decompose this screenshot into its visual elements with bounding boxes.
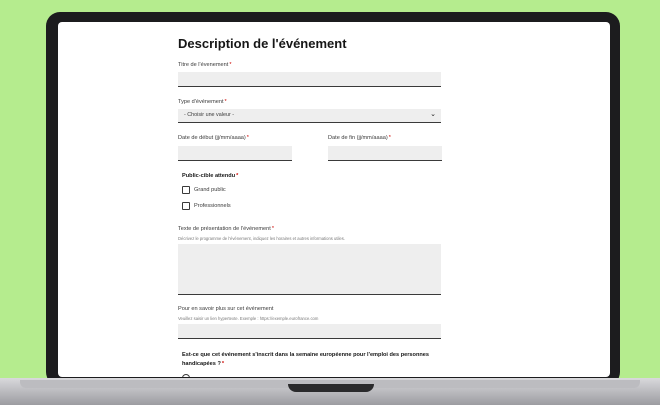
grand-public-label: Grand public <box>194 187 226 193</box>
end-date-label: Date de fin (jj/mm/aaaa)* <box>328 135 391 141</box>
more-info-input[interactable] <box>178 324 441 339</box>
presentation-hint: Décrivez le programme de l'événement, in… <box>178 236 345 241</box>
european-week-radio[interactable] <box>182 374 190 377</box>
screen: Description de l'événement Titre de l'év… <box>58 22 610 377</box>
event-type-select[interactable]: - Choisir une valeur - ⌄ <box>178 109 441 123</box>
professionnels-checkbox[interactable] <box>182 202 190 210</box>
event-title-input[interactable] <box>178 72 441 87</box>
chevron-down-icon: ⌄ <box>430 111 436 118</box>
grand-public-checkbox[interactable] <box>182 186 190 194</box>
end-date-input[interactable] <box>328 146 442 161</box>
laptop-notch <box>288 384 374 392</box>
audience-label: Public-cible attendu* <box>182 173 239 179</box>
event-type-label: Type d'événement* <box>178 99 227 105</box>
start-date-input[interactable] <box>178 146 292 161</box>
presentation-textarea[interactable] <box>178 244 441 295</box>
european-week-label-line2: handicapées ?* <box>182 361 225 367</box>
professionnels-label: Professionnels <box>194 203 231 209</box>
event-title-label: Titre de l'évenement* <box>178 62 232 68</box>
presentation-label: Texte de présentation de l'événement* <box>178 226 274 232</box>
event-type-selected: - Choisir une valeur - <box>184 112 235 118</box>
page-title: Description de l'événement <box>178 36 347 51</box>
more-info-hint: Veuillez saisir un lien hypertexte. Exem… <box>178 316 319 321</box>
european-week-label-line1: Est-ce que cet événement s'inscrit dans … <box>182 352 430 358</box>
start-date-label: Date de début (jj/mm/aaaa)* <box>178 135 249 141</box>
more-info-label: Pour en savoir plus sur cet événement <box>178 306 274 312</box>
